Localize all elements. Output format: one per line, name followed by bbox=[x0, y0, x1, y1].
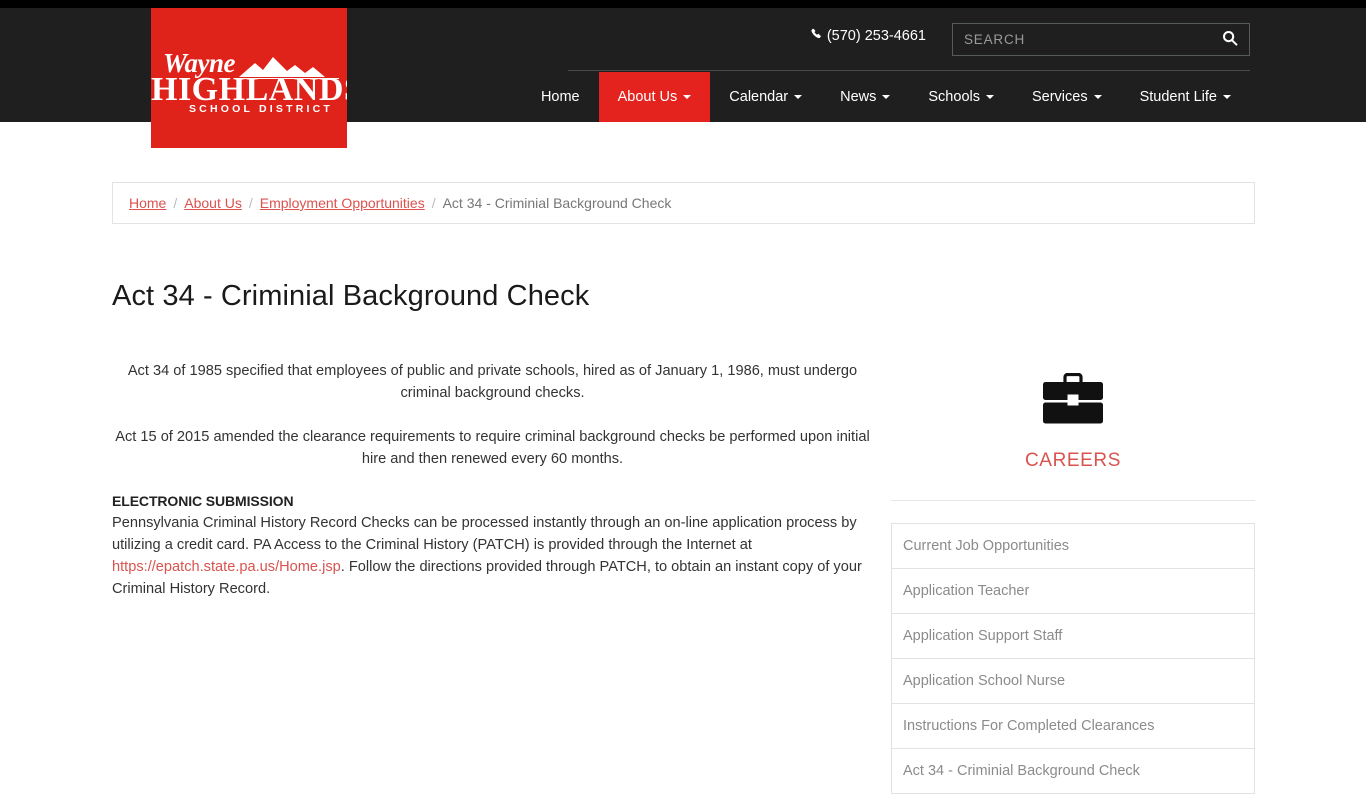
nav-label: News bbox=[840, 89, 877, 105]
search-submit-button[interactable] bbox=[1211, 24, 1249, 55]
sidebar-link-application-teacher[interactable]: Application Teacher bbox=[892, 569, 1254, 614]
sidebar-link-application-school-nurse[interactable]: Application School Nurse bbox=[892, 659, 1254, 704]
sidebar-divider bbox=[891, 500, 1255, 501]
nav-item-schools[interactable]: Schools bbox=[909, 72, 1013, 122]
search-input[interactable] bbox=[953, 24, 1211, 55]
careers-link[interactable]: CAREERS bbox=[891, 450, 1255, 472]
chevron-down-icon bbox=[794, 95, 803, 99]
nav-item-calendar[interactable]: Calendar bbox=[710, 72, 821, 122]
nav-item-about-us[interactable]: About Us bbox=[598, 72, 711, 122]
section-body-text-before-link: Pennsylvania Criminal History Record Che… bbox=[112, 515, 857, 553]
top-black-strip bbox=[0, 0, 1366, 8]
section-body: Pennsylvania Criminal History Record Che… bbox=[112, 512, 873, 600]
breadcrumb-item-employment[interactable]: Employment Opportunities bbox=[260, 195, 425, 211]
nav-label: About Us bbox=[617, 89, 678, 105]
breadcrumb-item-about-us[interactable]: About Us bbox=[184, 195, 242, 211]
site-logo[interactable]: Wayne HIGHLANDS SCHOOL DISTRICT bbox=[151, 8, 347, 148]
intro-paragraph-2: Act 15 of 2015 amended the clearance req… bbox=[115, 429, 870, 467]
section-heading-electronic-submission: ELECTRONIC SUBMISSION bbox=[112, 493, 294, 509]
main-content-column: Act 34 of 1985 specified that employees … bbox=[112, 347, 891, 794]
briefcase-icon bbox=[1042, 372, 1104, 430]
nav-label: Home bbox=[540, 89, 580, 105]
nav-label: Student Life bbox=[1139, 89, 1217, 105]
header-divider bbox=[568, 70, 1250, 71]
sidebar-link-act-34-background-check[interactable]: Act 34 - Criminial Background Check bbox=[892, 749, 1254, 794]
breadcrumb-item-current: Act 34 - Criminial Background Check bbox=[442, 195, 672, 211]
careers-widget: CAREERS bbox=[891, 347, 1255, 472]
page-container: Home / About Us / Employment Opportuniti… bbox=[112, 148, 1255, 794]
patch-link[interactable]: https://epatch.state.pa.us/Home.jsp bbox=[112, 559, 341, 575]
phone-icon bbox=[811, 28, 824, 45]
nav-item-home[interactable]: Home bbox=[522, 72, 599, 122]
phone-number: (570) 253-4661 bbox=[826, 28, 926, 44]
breadcrumb-separator: / bbox=[248, 195, 253, 211]
chevron-down-icon bbox=[1093, 95, 1102, 99]
breadcrumb: Home / About Us / Employment Opportuniti… bbox=[112, 182, 1255, 224]
chevron-down-icon bbox=[882, 95, 891, 99]
breadcrumb-separator: / bbox=[431, 195, 436, 211]
nav-item-student-life[interactable]: Student Life bbox=[1121, 72, 1250, 122]
logo-inner: Wayne HIGHLANDS SCHOOL DISTRICT bbox=[151, 50, 347, 115]
logo-text-wayne: Wayne bbox=[163, 48, 236, 78]
main-navigation: Home About Us Calendar News Schools Serv… bbox=[522, 72, 1250, 122]
breadcrumb-item-home[interactable]: Home bbox=[129, 195, 166, 211]
phone-block[interactable]: (570) 253-4661 bbox=[811, 28, 926, 45]
sidebar-link-application-support-staff[interactable]: Application Support Staff bbox=[892, 614, 1254, 659]
sidebar-link-list: Current Job Opportunities Application Te… bbox=[891, 523, 1255, 794]
search-box[interactable] bbox=[952, 23, 1250, 56]
nav-item-news[interactable]: News bbox=[821, 72, 909, 122]
nav-label: Schools bbox=[928, 89, 980, 105]
chevron-down-icon bbox=[683, 95, 692, 99]
intro-block: Act 34 of 1985 specified that employees … bbox=[112, 347, 873, 470]
sidebar: CAREERS Current Job Opportunities Applic… bbox=[891, 347, 1255, 794]
header-right-area: (570) 253-4661 Home About Us Calendar Ne… bbox=[540, 8, 1266, 122]
intro-paragraph-1: Act 34 of 1985 specified that employees … bbox=[127, 363, 858, 401]
chevron-down-icon bbox=[1223, 95, 1231, 99]
nav-label: Calendar bbox=[729, 89, 789, 105]
breadcrumb-separator: / bbox=[173, 195, 178, 211]
nav-label: Services bbox=[1031, 89, 1088, 105]
page-title: Act 34 - Criminial Background Check bbox=[112, 280, 590, 312]
sidebar-link-instructions-clearances[interactable]: Instructions For Completed Clearances bbox=[892, 704, 1254, 749]
search-icon bbox=[1222, 30, 1238, 49]
content-row: Act 34 of 1985 specified that employees … bbox=[112, 347, 1255, 794]
nav-item-services[interactable]: Services bbox=[1013, 72, 1121, 122]
sidebar-link-current-job-opportunities[interactable]: Current Job Opportunities bbox=[892, 524, 1254, 569]
chevron-down-icon bbox=[985, 95, 994, 99]
